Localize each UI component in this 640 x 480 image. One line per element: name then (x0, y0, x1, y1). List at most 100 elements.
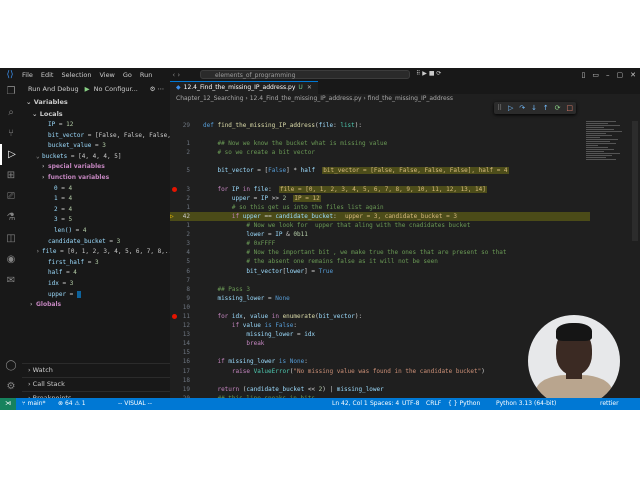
variable-row[interactable]: 3 = 5 (22, 215, 170, 226)
locals-scope-header[interactable]: ⌄ Locals (22, 108, 170, 120)
remote-indicator-icon[interactable]: ⋊ (0, 398, 16, 410)
line-endings[interactable]: CRLF (426, 398, 441, 410)
run-debug-icon[interactable]: ▷ (0, 144, 22, 165)
cursor-position[interactable]: Ln 42, Col 1 (332, 398, 368, 410)
variable-row[interactable]: idx = 3 (22, 279, 170, 290)
code-line[interactable]: 9 missing_lower = None (170, 294, 590, 303)
code-line[interactable]: 1 # so this get us into the files list a… (170, 203, 590, 212)
code-line[interactable]: 2 lower = IP & 0b11 (170, 230, 590, 239)
code-line[interactable]: 15 (170, 348, 590, 357)
code-line[interactable]: 1 ## Now we know the bucket what is miss… (170, 139, 590, 148)
code-line[interactable]: 17 raise ValueError("No missing value wa… (170, 367, 590, 376)
variable-row[interactable]: 0 = 4 (22, 184, 170, 195)
variable-row[interactable]: 2 = 4 (22, 205, 170, 216)
code-line[interactable]: 10 (170, 303, 590, 312)
callstack-section-header[interactable]: › Call Stack (22, 377, 170, 391)
code-line[interactable]: 13 missing_lower = idx (170, 330, 590, 339)
docker-icon[interactable]: ◫ (0, 228, 22, 249)
github-icon[interactable]: ◉ (0, 249, 22, 270)
minimap[interactable] (586, 121, 626, 181)
code-line[interactable]: 7 (170, 276, 590, 285)
code-line[interactable]: 19 return (candidate_bucket << 2) | miss… (170, 385, 590, 394)
code-line[interactable]: 6 bit_vector[lower] = True (170, 267, 590, 276)
tab-active-file[interactable]: ◆ 12.4_Find_the_missing_IP_address.py U ✕ (170, 81, 318, 94)
layout-controls[interactable]: ⠿ ▶ ■ ⟳ (416, 70, 441, 77)
command-center-search[interactable]: elements_of_programming (200, 70, 410, 79)
account-icon[interactable]: ◯ (0, 355, 22, 376)
menu-go[interactable]: Go (123, 71, 132, 79)
config-select[interactable]: No Configur... (94, 85, 138, 93)
code-line[interactable] (170, 130, 590, 139)
step-over-icon[interactable]: ↷ (519, 104, 525, 112)
python-interpreter[interactable]: Python 3.13 (64-bit) (496, 398, 556, 410)
variable-row[interactable]: len() = 4 (22, 226, 170, 237)
variable-row[interactable]: › special variables (22, 162, 170, 173)
stop-icon[interactable]: □ (566, 104, 573, 112)
variable-row[interactable]: › Globals (22, 300, 170, 311)
code-line[interactable]: 1 # Now we look for upper that aling wit… (170, 221, 590, 230)
close-button[interactable]: ✕ (630, 71, 636, 79)
code-editor[interactable]: 29 def find_the_missing_IP_address(file: … (170, 121, 590, 410)
variable-row[interactable]: first_half = 3 (22, 258, 170, 269)
code-line[interactable]: 14 break (170, 339, 590, 348)
gear-icon[interactable]: ⚙ (0, 376, 22, 397)
step-into-icon[interactable]: ↓ (531, 104, 537, 112)
menu-file[interactable]: File (22, 71, 33, 79)
remote-explorer-icon[interactable]: ⎚ (0, 186, 22, 207)
start-debug-icon[interactable]: ▶ (85, 85, 90, 93)
branch-indicator[interactable]: ⑂ main* (22, 398, 46, 410)
nav-arrows[interactable]: ‹ › (172, 71, 180, 79)
language-mode[interactable]: { } Python (448, 398, 480, 410)
indentation[interactable]: Spaces: 4 (370, 398, 399, 410)
code-line[interactable]: 29 def find_the_missing_IP_address(file: … (170, 121, 590, 130)
step-out-icon[interactable]: ↑ (543, 104, 549, 112)
variable-row[interactable]: upper = ? (22, 290, 170, 301)
continue-icon[interactable]: ▷ (508, 104, 513, 112)
variable-row[interactable]: bit_vector = [False, False, False,... (22, 131, 170, 142)
variable-row[interactable]: › function variables (22, 173, 170, 184)
variable-row[interactable]: IP = 12 (22, 120, 170, 131)
code-line[interactable]: 2 # so we create a bit vector (170, 148, 590, 157)
restart-icon[interactable]: ⟳ (555, 104, 561, 112)
variable-row[interactable]: half = 4 (22, 268, 170, 279)
code-line[interactable]: 12 if value is False: (170, 321, 590, 330)
code-line[interactable]: 4 # Now the important bit , we make true… (170, 248, 590, 257)
code-line[interactable]: ▷ 42 if upper == candidate_bucket: upper … (170, 211, 590, 222)
problems-indicator[interactable]: ⊗ 64 ⚠ 1 (58, 398, 86, 410)
code-line[interactable]: 5 bit_vector = [False] * half bit_vector… (170, 166, 590, 175)
explorer-icon[interactable]: ❐ (0, 81, 22, 102)
code-line[interactable]: 16 if missing_lower is None: (170, 357, 590, 366)
menu-run[interactable]: Run (140, 71, 152, 79)
variable-row[interactable]: 1 = 4 (22, 194, 170, 205)
code-line[interactable]: 3 # 0xFFFF (170, 239, 590, 248)
maximize-button[interactable]: ▢ (617, 71, 624, 79)
code-line[interactable]: 3 for IP in file: file = [0, 1, 2, 3, 4,… (170, 185, 590, 194)
code-line[interactable]: 11 for idx, value in enumerate(bit_vecto… (170, 312, 590, 321)
code-line[interactable]: 18 (170, 376, 590, 385)
variable-row[interactable]: ⌄ buckets = [4, 4, 4, 5] (22, 152, 170, 163)
watch-section-header[interactable]: › Watch (22, 363, 170, 377)
tab-close-icon[interactable]: ✕ (307, 84, 312, 91)
layout-panel-icon[interactable]: ▭ (592, 71, 599, 79)
variable-row[interactable]: bucket_value = 3 (22, 141, 170, 152)
variables-section-header[interactable]: ⌄ Variables (22, 96, 170, 108)
menu-view[interactable]: View (99, 71, 114, 79)
code-line[interactable]: 2 upper = IP >> 2 IP = 12 (170, 194, 590, 203)
variable-row[interactable]: candidate_bucket = 3 (22, 237, 170, 248)
code-line[interactable]: 8 ## Pass 3 (170, 285, 590, 294)
drag-handle-icon[interactable]: ⠿ (497, 104, 502, 112)
variable-row[interactable]: › file = [0, 1, 2, 3, 4, 5, 6, 7, 8,... (22, 247, 170, 258)
code-line[interactable] (170, 176, 590, 185)
code-line[interactable]: 5 # the absent one remains false as it w… (170, 257, 590, 266)
prettier-indicator[interactable]: rettier (600, 398, 619, 410)
testing-icon[interactable]: ⚗ (0, 207, 22, 228)
chat-icon[interactable]: ✉ (0, 270, 22, 291)
search-icon[interactable]: ⌕ (0, 102, 22, 123)
encoding[interactable]: UTF-8 (402, 398, 420, 410)
code-line[interactable] (170, 157, 590, 166)
minimize-button[interactable]: – (606, 71, 610, 79)
extensions-icon[interactable]: ⊞ (0, 165, 22, 186)
editor-scrollbar[interactable] (632, 121, 638, 241)
layout-sidebar-icon[interactable]: ▯ (582, 71, 586, 79)
source-control-icon[interactable]: ⑂ (0, 123, 22, 144)
